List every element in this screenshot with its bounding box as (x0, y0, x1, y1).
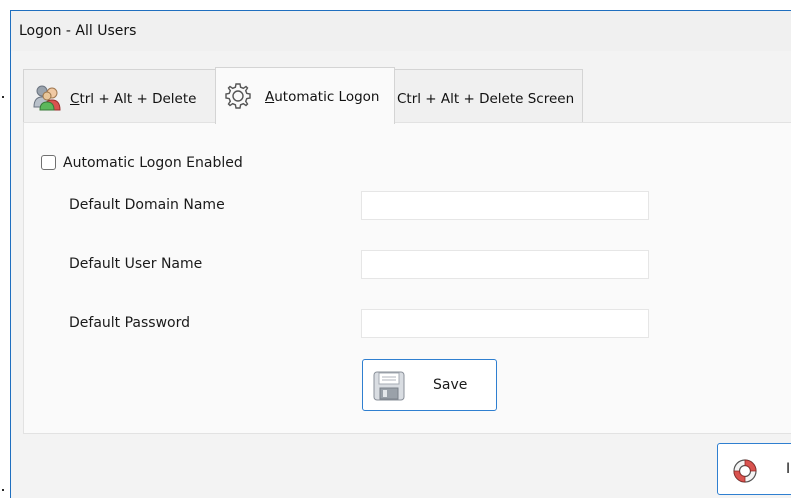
automatic-logon-panel: Automatic Logon Enabled Default Domain N… (23, 122, 791, 434)
help-button-label: I (786, 461, 791, 477)
tab-ctrl-alt-delete[interactable]: Ctrl + Alt + Delete (23, 69, 217, 123)
window-title: Logon - All Users (19, 23, 137, 39)
tab-ctrl-alt-delete-label: trl + Alt + Delete (79, 91, 197, 107)
title-bar: Logon - All Users (11, 11, 791, 51)
automatic-logon-checkbox-label[interactable]: Automatic Logon Enabled (63, 155, 243, 171)
tab-ctrl-alt-delete-screen[interactable]: Ctrl + Alt + Delete Screen (394, 69, 583, 123)
default-domain-label: Default Domain Name (69, 197, 225, 213)
edge-marker-bottom (2, 489, 4, 491)
floppy-disk-icon (373, 371, 405, 405)
automatic-logon-checkbox[interactable] (41, 155, 56, 170)
users-icon (32, 83, 62, 115)
tab-automatic-logon[interactable]: Automatic Logon (215, 67, 395, 124)
help-button[interactable]: I (717, 443, 791, 495)
tab-automatic-logon-accesskey: A (265, 89, 275, 105)
default-user-label: Default User Name (69, 256, 203, 272)
save-button-label: Save (433, 377, 468, 393)
default-user-input[interactable] (361, 250, 649, 279)
default-password-input[interactable] (361, 309, 649, 338)
tab-ctrl-alt-delete-screen-label: Ctrl + Alt + Delete Screen (397, 91, 575, 107)
gear-icon (223, 81, 253, 115)
tab-strip: Ctrl + Alt + Delete Automatic Logon Ctrl… (23, 67, 791, 124)
default-domain-input[interactable] (361, 191, 649, 220)
logon-window: Logon - All Users Ctrl + Alt + Delete Au… (10, 10, 791, 498)
default-password-label: Default Password (69, 315, 190, 331)
save-button[interactable]: Save (362, 359, 497, 411)
tab-automatic-logon-label: utomatic Logon (274, 89, 380, 105)
lifebuoy-icon (732, 458, 758, 488)
edge-marker-top (2, 96, 4, 98)
